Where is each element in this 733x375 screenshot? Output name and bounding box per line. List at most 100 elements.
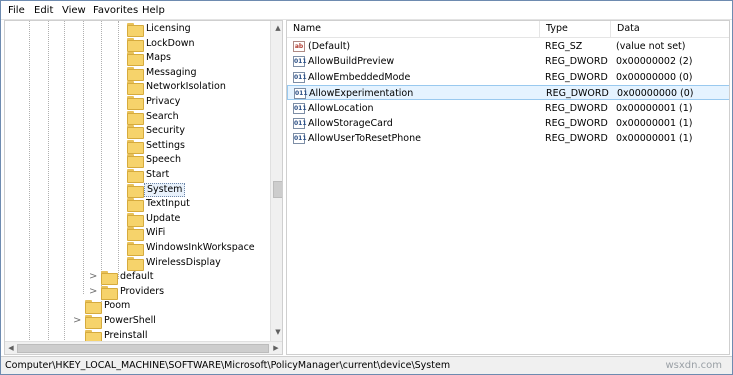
binary-value-icon: 011 xyxy=(293,102,307,114)
folder-icon xyxy=(127,23,144,37)
menu-file[interactable]: File xyxy=(5,4,28,18)
tree-node-label: Update xyxy=(146,212,181,224)
folder-icon xyxy=(127,81,144,96)
registry-value-row[interactable]: 011 AllowExperimentation REG_DWORD 0x000000… xyxy=(287,85,729,101)
folder-icon xyxy=(127,37,144,52)
value-name: AllowExperimentation xyxy=(309,88,414,100)
value-type: REG_DWORD xyxy=(545,71,608,83)
folder-icon xyxy=(127,242,144,256)
folder-icon xyxy=(127,125,144,140)
tree-node[interactable]: > Providers xyxy=(5,285,267,300)
folder-icon xyxy=(127,198,144,213)
tree-node[interactable]: Maps xyxy=(5,51,267,67)
menu-bar: File Edit View Favorites Help xyxy=(1,1,732,20)
scroll-thumb[interactable] xyxy=(273,181,282,198)
tree-node[interactable]: WiFi xyxy=(5,226,267,242)
tree-node[interactable]: Search xyxy=(5,110,267,125)
tree-node[interactable]: Settings xyxy=(5,139,267,154)
column-header-name[interactable]: Name xyxy=(287,21,540,37)
registry-value-row[interactable]: 011 AllowStorageCard REG_DWORD 0x00000001 (… xyxy=(287,116,729,131)
tree-node[interactable]: LockDown xyxy=(5,37,267,52)
value-type: REG_SZ xyxy=(545,41,583,52)
key-tree-pane[interactable]: Licensing LockDown Maps Messaging NetworkIso… xyxy=(4,20,283,355)
tree-node[interactable]: WirelessDisplay xyxy=(5,256,267,271)
tree-node-label: WiFi xyxy=(146,227,166,239)
folder-icon xyxy=(127,110,144,125)
tree-node-label: default xyxy=(120,271,154,283)
value-data: 0x00000000 (0) xyxy=(617,88,694,100)
value-type: REG_DWORD xyxy=(545,118,608,129)
folder-icon xyxy=(85,329,102,344)
tree-node[interactable]: Update xyxy=(5,212,267,227)
tree-node-label: Settings xyxy=(146,139,185,151)
values-list-pane[interactable]: Name Type Data ab (Default) REG_SZ (value n… xyxy=(286,20,730,355)
tree-node[interactable]: WindowsInkWorkspace xyxy=(5,241,267,256)
value-name: AllowBuildPreview xyxy=(308,56,395,68)
tree-node-label: NetworkIsolation xyxy=(146,81,226,93)
tree-node[interactable]: > PowerShell xyxy=(5,314,267,329)
folder-icon xyxy=(127,139,144,154)
scroll-right-button[interactable]: ▶ xyxy=(270,342,282,354)
expand-chevron-icon[interactable]: > xyxy=(89,270,97,284)
value-name: AllowStorageCard xyxy=(308,118,393,129)
horizontal-scroll-thumb[interactable] xyxy=(17,344,269,353)
value-name: AllowEmbeddedMode xyxy=(308,71,411,83)
value-data: 0x00000001 (1) xyxy=(616,133,693,145)
tree-node[interactable]: Privacy xyxy=(5,95,267,110)
folder-icon xyxy=(101,271,118,286)
tree-node[interactable]: Messaging xyxy=(5,66,267,81)
menu-edit[interactable]: Edit xyxy=(31,4,56,18)
value-type: REG_DWORD xyxy=(545,133,608,145)
scroll-down-button[interactable]: ▼ xyxy=(272,326,282,339)
menu-favorites[interactable]: Favorites xyxy=(90,4,141,18)
folder-icon xyxy=(85,300,102,315)
tree-node[interactable]: > default xyxy=(5,270,267,286)
value-data: 0x00000001 (1) xyxy=(616,102,693,114)
value-data: (value not set) xyxy=(616,41,686,52)
tree-node-label: Poom xyxy=(104,300,131,312)
registry-editor-window: File Edit View Favorites Help Licensing L… xyxy=(0,0,733,375)
tree-node-label: TextInput xyxy=(146,198,190,210)
registry-value-row[interactable]: ab (Default) REG_SZ (value not set) xyxy=(287,39,729,54)
tree-node[interactable]: Security xyxy=(5,124,267,140)
registry-value-row[interactable]: 011 AllowEmbeddedMode REG_DWORD 0x00000000 … xyxy=(287,70,729,85)
scroll-left-button[interactable]: ◀ xyxy=(5,342,17,354)
value-name: AllowLocation xyxy=(308,102,374,114)
folder-icon xyxy=(127,227,144,242)
binary-value-icon: 011 xyxy=(293,56,307,68)
tree-horizontal-scrollbar[interactable]: ◀ ▶ xyxy=(5,341,282,354)
tree-node[interactable]: System xyxy=(5,182,267,198)
menu-view[interactable]: View xyxy=(59,4,89,18)
tree-node[interactable]: TextInput xyxy=(5,197,267,213)
tree-node[interactable]: Speech xyxy=(5,153,267,169)
menu-help[interactable]: Help xyxy=(139,4,168,18)
column-header-data[interactable]: Data xyxy=(611,21,729,37)
header-divider xyxy=(287,37,729,38)
expand-chevron-icon[interactable]: > xyxy=(73,314,81,328)
tree-node[interactable]: Licensing xyxy=(5,22,267,37)
binary-value-icon: 011 xyxy=(293,133,307,145)
scroll-up-button[interactable]: ▲ xyxy=(272,22,282,35)
column-header-type[interactable]: Type xyxy=(540,21,611,37)
tree-node[interactable]: Start xyxy=(5,168,267,183)
expand-chevron-icon[interactable]: > xyxy=(89,285,97,299)
string-value-icon: ab xyxy=(293,41,305,52)
tree-node-label: Speech xyxy=(146,154,181,166)
tree-node-label: WirelessDisplay xyxy=(146,256,221,268)
tree-node-label: LockDown xyxy=(146,37,195,49)
tree-node-label: Providers xyxy=(120,285,165,297)
registry-value-row[interactable]: 011 AllowLocation REG_DWORD 0x00000001 (1) xyxy=(287,101,729,116)
value-type: REG_DWORD xyxy=(545,102,608,114)
folder-icon xyxy=(85,315,102,329)
value-data: 0x00000000 (0) xyxy=(616,71,693,83)
value-name: AllowUserToResetPhone xyxy=(308,133,421,145)
tree-node[interactable]: NetworkIsolation xyxy=(5,80,267,96)
tree-node[interactable]: Poom xyxy=(5,299,267,315)
registry-value-row[interactable]: 011 AllowBuildPreview REG_DWORD 0x00000002 … xyxy=(287,54,729,69)
tree-node-label-selected: System xyxy=(144,182,186,197)
registry-value-row[interactable]: 011 AllowUserToResetPhone REG_DWORD 0x00000… xyxy=(287,131,729,146)
tree-vertical-scrollbar[interactable]: ▲ ▼ xyxy=(270,21,282,341)
tree-node-label: Security xyxy=(146,125,186,137)
tree-node-label: PowerShell xyxy=(104,315,156,326)
value-type: REG_DWORD xyxy=(545,56,608,68)
